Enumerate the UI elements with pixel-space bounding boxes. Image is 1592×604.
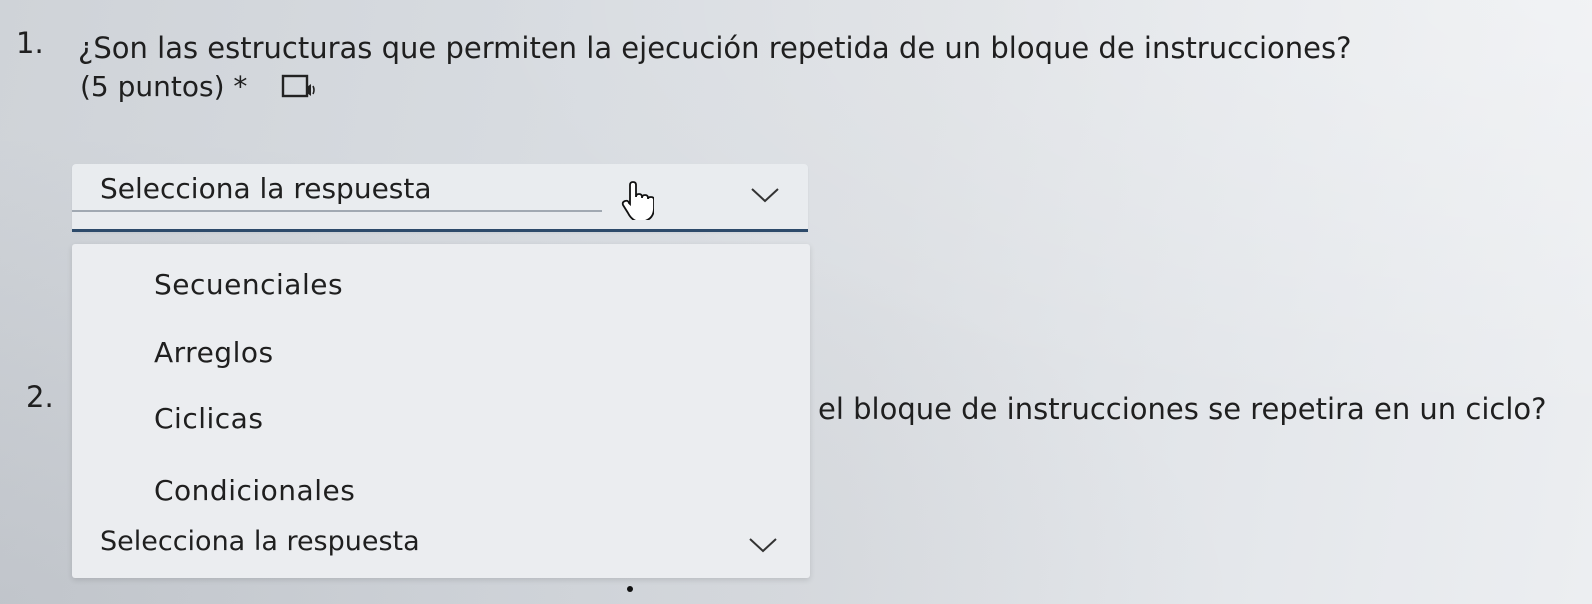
question-1-points-row: (5 puntos) * [80,70,317,103]
immersive-reader-icon[interactable] [281,73,317,101]
dropdown-options-list: Secuenciales Arreglos Ciclicas Condicion… [72,244,810,578]
answer-dropdown-1[interactable]: Selecciona la respuesta [72,164,808,232]
chevron-down-icon[interactable] [750,186,780,204]
hand-cursor-icon [621,181,654,220]
dropdown-1-text-underline [72,210,602,212]
option-secuenciales[interactable]: Secuenciales [154,268,343,301]
question-2-number: 2. [26,380,54,414]
option-ciclicas[interactable]: Ciclicas [154,402,263,435]
question-2-text: el bloque de instrucciones se repetira e… [818,392,1547,426]
question-1-points: (5 puntos) * [80,70,248,103]
question-1-number: 1. [16,26,44,60]
screen-speck [627,586,633,592]
question-1-text: ¿Son las estructuras que permiten la eje… [78,31,1352,65]
option-arreglos[interactable]: Arreglos [154,336,274,369]
dropdown-1-placeholder: Selecciona la respuesta [100,172,432,205]
chevron-down-icon[interactable] [748,536,778,554]
option-condicionales[interactable]: Condicionales [154,474,355,507]
dropdown-2-placeholder[interactable]: Selecciona la respuesta [100,526,420,557]
dropdown-1-focus-underline [72,229,808,232]
